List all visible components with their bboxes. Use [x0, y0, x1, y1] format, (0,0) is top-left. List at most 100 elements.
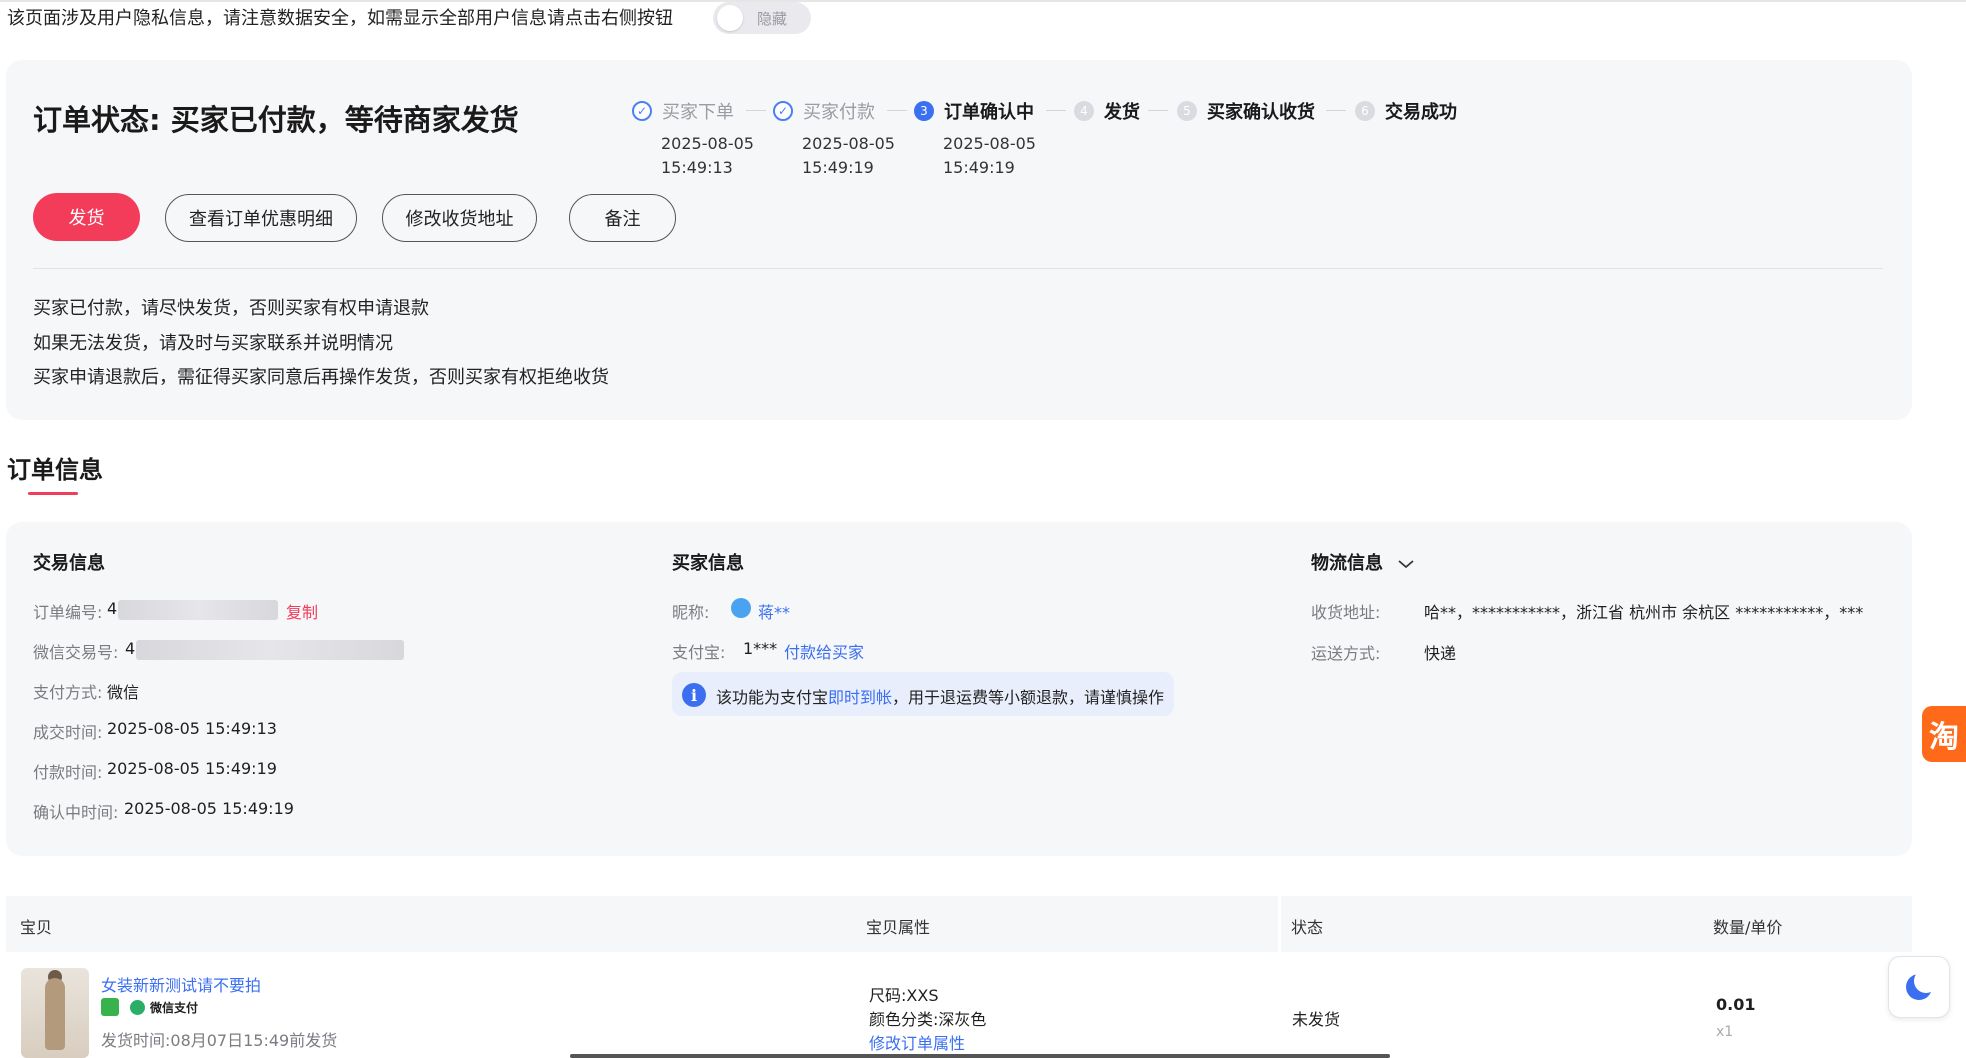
top-divider — [0, 0, 1966, 2]
header-separator — [1278, 896, 1281, 952]
step-connector — [887, 110, 907, 111]
product-badge-icon — [101, 998, 119, 1016]
step-trade-success: 6 交易成功 — [1355, 98, 1457, 124]
order-info-title: 订单信息 — [7, 456, 103, 484]
tip-line: 如果无法发货，请及时与买家联系并说明情况 — [33, 333, 393, 354]
horizontal-scrollbar[interactable] — [570, 1054, 1390, 1058]
items-table-header — [6, 896, 1912, 952]
step-label: 买家确认收货 — [1207, 102, 1315, 123]
step-label: 买家付款 — [803, 102, 875, 123]
notice-suffix: ，用于退运费等小额退款，请谨慎操作 — [892, 688, 1165, 707]
order-no-label: 订单编号: — [33, 603, 103, 622]
taobao-float-icon[interactable]: 淘 — [1922, 706, 1966, 762]
order-status-title: 订单状态: 买家已付款，等待商家发货 — [33, 103, 519, 137]
pay-method-value: 微信 — [107, 683, 140, 702]
item-qty: x1 — [1716, 1024, 1734, 1040]
step-number-icon: 3 — [914, 101, 934, 121]
ship-method-value: 快递 — [1424, 644, 1457, 663]
chevron-down-icon[interactable] — [1397, 558, 1415, 570]
instant-transfer-link[interactable]: 即时到帐 — [828, 688, 892, 707]
step-date: 2025-08-05 — [943, 134, 1036, 153]
product-thumbnail[interactable] — [21, 968, 89, 1058]
info-icon: i — [682, 683, 706, 707]
notice-prefix: 该功能为支付宝 — [716, 688, 829, 707]
trade-info-title: 交易信息 — [33, 553, 105, 574]
edit-address-button[interactable]: 修改收货地址 — [382, 194, 537, 242]
wechat-no-value: 4 — [125, 639, 136, 658]
address-label: 收货地址: — [1311, 603, 1381, 622]
col-header-qty-price: 数量/单价 — [1713, 918, 1783, 937]
step-label: 发货 — [1104, 102, 1140, 123]
attr-size: 尺码:XXS — [869, 986, 939, 1005]
status-divider — [33, 268, 1883, 269]
step-connector — [1046, 110, 1066, 111]
step-time: 15:49:19 — [943, 158, 1015, 177]
pay-time-label: 付款时间: — [33, 763, 103, 782]
address-value: 哈**，***********，浙江省 杭州市 余杭区 ***********，… — [1424, 603, 1864, 622]
step-time-order-confirming: 2025-08-05 15:49:19 — [943, 132, 1036, 180]
item-status: 未发货 — [1292, 1010, 1341, 1029]
step-time: 15:49:19 — [802, 158, 874, 177]
view-discount-button[interactable]: 查看订单优惠明细 — [165, 194, 357, 242]
alipay-label: 支付宝: — [672, 643, 726, 662]
privacy-notice: 该页面涉及用户隐私信息，请注意数据安全，如需显示全部用户信息请点击右侧按钮 — [7, 8, 673, 29]
wechat-no-label: 微信交易号: — [33, 643, 119, 662]
step-date: 2025-08-05 — [661, 134, 754, 153]
remark-button[interactable]: 备注 — [569, 194, 676, 242]
tip-line: 买家申请退款后，需征得买家同意后再操作发货，否则买家有权拒绝收货 — [33, 367, 609, 388]
deal-time-label: 成交时间: — [33, 723, 103, 742]
step-buyer-pay: ✓ 买家付款 — [773, 98, 875, 124]
copy-order-no-link[interactable]: 复制 — [286, 599, 318, 623]
step-time-buyer-pay: 2025-08-05 15:49:19 — [802, 132, 895, 180]
buyer-nickname-link[interactable]: 蒋** — [758, 599, 790, 623]
alipay-value: 1*** — [743, 639, 778, 658]
ship-button[interactable]: 发货 — [33, 193, 140, 241]
check-circle-icon: ✓ — [773, 101, 793, 121]
step-buyer-order: ✓ 买家下单 — [632, 98, 734, 124]
step-connector — [746, 110, 766, 111]
step-time: 15:49:13 — [661, 158, 733, 177]
step-buyer-confirm: 5 买家确认收货 — [1177, 98, 1315, 124]
step-number-icon: 5 — [1177, 101, 1197, 121]
product-title-link[interactable]: 女装新新测试请不要拍 — [101, 972, 261, 996]
check-circle-icon: ✓ — [632, 101, 652, 121]
confirm-time-value: 2025-08-05 15:49:19 — [124, 799, 294, 818]
buyer-avatar-icon — [731, 598, 751, 618]
edit-attributes-link[interactable]: 修改订单属性 — [869, 1030, 965, 1054]
step-time-buyer-order: 2025-08-05 15:49:13 — [661, 132, 754, 180]
wechat-no-mask — [136, 640, 404, 660]
alipay-notice-text: 该功能为支付宝即时到帐，用于退运费等小额退款，请谨慎操作 — [716, 684, 1164, 708]
step-order-confirming: 3 订单确认中 — [914, 98, 1034, 124]
step-ship: 4 发货 — [1074, 98, 1140, 124]
step-date: 2025-08-05 — [802, 134, 895, 153]
col-header-status: 状态 — [1291, 918, 1324, 937]
confirm-time-label: 确认中时间: — [33, 803, 119, 822]
buyer-info-title: 买家信息 — [672, 553, 744, 574]
ship-method-label: 运送方式: — [1311, 644, 1381, 663]
pay-to-buyer-link[interactable]: 付款给买家 — [784, 639, 864, 663]
pay-time-value: 2025-08-05 15:49:19 — [107, 759, 277, 778]
step-label: 交易成功 — [1385, 102, 1457, 123]
dark-mode-button[interactable] — [1888, 956, 1950, 1018]
section-underline — [28, 492, 78, 495]
logistics-title-text: 物流信息 — [1311, 553, 1383, 574]
wechat-pay-badge: 微信支付 — [150, 1001, 199, 1015]
logistics-info-title: 物流信息 — [1311, 549, 1415, 575]
attr-color: 颜色分类:深灰色 — [869, 1010, 987, 1029]
order-no-mask — [118, 600, 278, 620]
privacy-hide-toggle[interactable]: 隐藏 — [713, 2, 811, 34]
nickname-label: 昵称: — [672, 603, 710, 622]
step-connector — [1326, 110, 1346, 111]
step-label: 订单确认中 — [944, 102, 1034, 123]
step-label: 买家下单 — [662, 102, 734, 123]
toggle-knob — [717, 5, 743, 31]
moon-cutout — [1914, 969, 1938, 993]
col-header-attributes: 宝贝属性 — [866, 918, 931, 937]
pay-method-label: 支付方式: — [33, 683, 103, 702]
tip-line: 买家已付款，请尽快发货，否则买家有权申请退款 — [33, 298, 429, 319]
step-number-icon: 6 — [1355, 101, 1375, 121]
toggle-label: 隐藏 — [757, 10, 788, 28]
step-number-icon: 4 — [1074, 101, 1094, 121]
item-price: 0.01 — [1716, 995, 1756, 1014]
order-no-value: 4 — [107, 599, 118, 618]
